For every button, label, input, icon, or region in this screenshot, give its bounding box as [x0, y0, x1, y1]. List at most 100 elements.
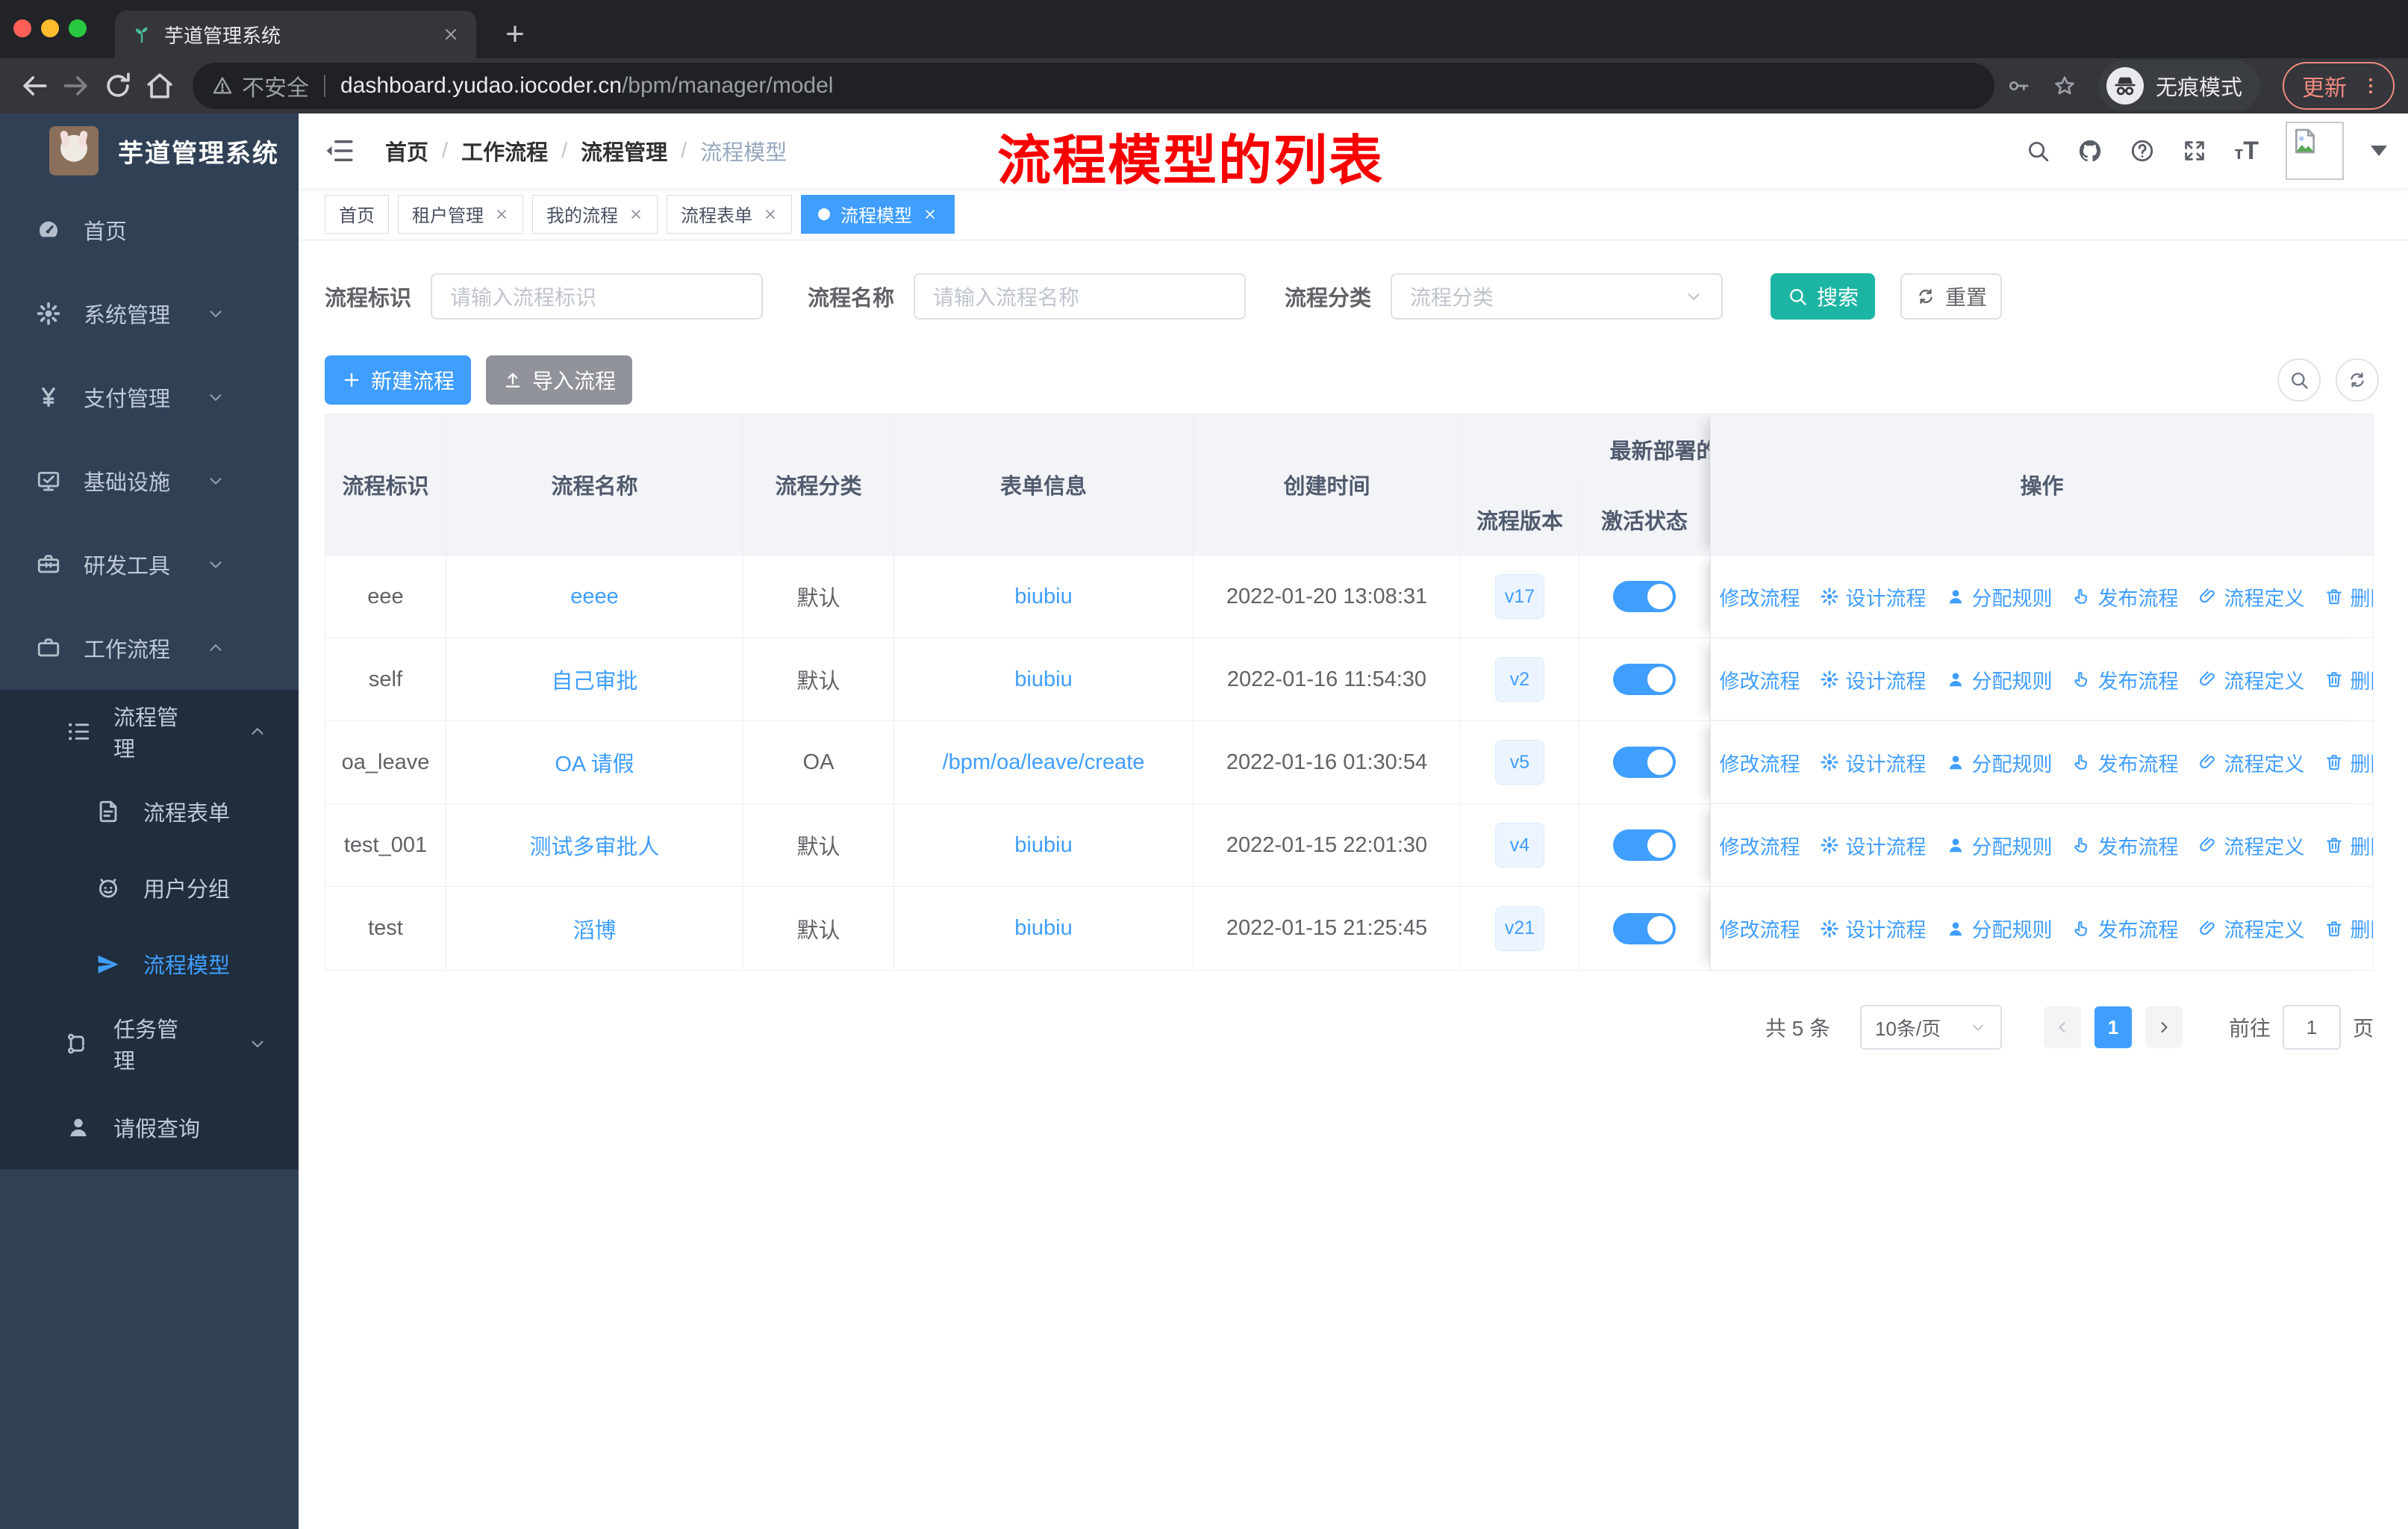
sidebar-item-支付管理[interactable]: 支付管理: [0, 355, 299, 439]
address-bar[interactable]: 不安全 dashboard.yudao.iocoder.cn/bpm/manag…: [193, 63, 1994, 109]
tag-首页[interactable]: 首页: [325, 194, 389, 234]
action-design[interactable]: 设计流程: [1820, 665, 1927, 694]
sidebar-item-工作流程[interactable]: 工作流程: [0, 606, 299, 690]
action-assign[interactable]: 分配规则: [1946, 914, 2053, 943]
close-icon[interactable]: [763, 207, 778, 222]
action-edit[interactable]: 修改流程: [1711, 914, 1800, 943]
version-badge[interactable]: v17: [1494, 574, 1545, 619]
action-definition[interactable]: 流程定义: [2198, 748, 2305, 777]
bookmark-icon[interactable]: [2053, 74, 2077, 98]
action-publish[interactable]: 发布流程: [2072, 665, 2179, 694]
sidebar-item-研发工具[interactable]: 研发工具: [0, 523, 299, 606]
action-delete[interactable]: 删除: [2324, 665, 2373, 694]
action-edit[interactable]: 修改流程: [1711, 582, 1800, 611]
browser-tab[interactable]: 芋道管理系统: [115, 10, 476, 58]
sidebar-item-任务管理[interactable]: 任务管理: [0, 1002, 299, 1086]
create-process-button[interactable]: 新建流程: [325, 355, 471, 405]
action-delete[interactable]: 删除: [2324, 914, 2373, 943]
page-size-select[interactable]: 10条/页: [1859, 1005, 2002, 1050]
action-definition[interactable]: 流程定义: [2198, 831, 2305, 860]
browser-menu-icon[interactable]: [2360, 75, 2381, 96]
search-icon[interactable]: [2025, 138, 2050, 164]
refresh-table-button[interactable]: [2336, 358, 2379, 402]
back-button[interactable]: [18, 69, 51, 102]
process-name-link[interactable]: OA 请假: [555, 747, 634, 778]
avatar-caret-icon[interactable]: [2371, 146, 2387, 156]
sidebar-item-首页[interactable]: 首页: [0, 188, 299, 272]
action-assign[interactable]: 分配规则: [1946, 748, 2053, 777]
close-icon[interactable]: [494, 207, 509, 222]
hamburger-icon[interactable]: [324, 135, 355, 166]
tag-流程模型[interactable]: 流程模型: [801, 194, 955, 234]
action-edit[interactable]: 修改流程: [1711, 748, 1800, 777]
close-window-button[interactable]: [13, 19, 31, 37]
fullscreen-icon[interactable]: [2182, 138, 2207, 164]
version-badge[interactable]: v21: [1494, 906, 1545, 951]
action-publish[interactable]: 发布流程: [2072, 748, 2179, 777]
process-name-link[interactable]: 滔博: [573, 913, 616, 944]
minimize-window-button[interactable]: [41, 19, 59, 37]
goto-page-input[interactable]: 1: [2282, 1005, 2341, 1050]
github-icon[interactable]: [2077, 138, 2103, 164]
action-definition[interactable]: 流程定义: [2198, 914, 2305, 943]
tab-close-icon[interactable]: [442, 25, 460, 43]
new-tab-button[interactable]: +: [494, 13, 536, 55]
tag-租户管理[interactable]: 租户管理: [398, 194, 523, 234]
version-badge[interactable]: v2: [1495, 657, 1544, 702]
action-definition[interactable]: 流程定义: [2198, 665, 2305, 694]
form-link[interactable]: biubiu: [1014, 585, 1072, 609]
active-toggle[interactable]: [1613, 664, 1676, 695]
sidebar-item-流程表单[interactable]: 流程表单: [0, 773, 299, 850]
font-size-icon[interactable]: тT: [2234, 138, 2259, 164]
sidebar-item-流程模型[interactable]: 流程模型: [0, 926, 299, 1002]
action-definition[interactable]: 流程定义: [2198, 582, 2305, 611]
help-icon[interactable]: [2130, 138, 2155, 164]
action-delete[interactable]: 删除: [2324, 582, 2373, 611]
current-page-button[interactable]: 1: [2094, 1006, 2132, 1048]
form-link[interactable]: /bpm/oa/leave/create: [943, 750, 1145, 775]
sidebar-item-基础设施[interactable]: 基础设施: [0, 439, 299, 523]
search-button[interactable]: 搜索: [1771, 273, 1876, 320]
reset-button[interactable]: 重置: [1900, 273, 2003, 320]
filter-category-select[interactable]: 流程分类: [1391, 273, 1724, 320]
sidebar-item-系统管理[interactable]: 系统管理: [0, 272, 299, 355]
active-toggle[interactable]: [1613, 581, 1676, 612]
sidebar-item-流程管理[interactable]: 流程管理: [0, 690, 299, 773]
active-toggle[interactable]: [1613, 912, 1676, 944]
form-link[interactable]: biubiu: [1014, 916, 1072, 941]
version-badge[interactable]: v4: [1495, 823, 1544, 868]
breadcrumb-workflow[interactable]: 工作流程: [461, 135, 548, 166]
tag-流程表单[interactable]: 流程表单: [667, 194, 792, 234]
process-name-link[interactable]: eeee: [570, 585, 619, 609]
password-manager-icon[interactable]: [2006, 74, 2030, 98]
zoom-window-button[interactable]: [69, 19, 87, 37]
action-design[interactable]: 设计流程: [1820, 582, 1927, 611]
action-publish[interactable]: 发布流程: [2072, 582, 2179, 611]
active-toggle[interactable]: [1613, 747, 1676, 778]
forward-button[interactable]: [60, 69, 93, 102]
security-warning-icon[interactable]: [212, 75, 233, 96]
breadcrumb-home[interactable]: 首页: [385, 135, 428, 166]
action-assign[interactable]: 分配规则: [1946, 831, 2053, 860]
avatar[interactable]: [2286, 122, 2344, 180]
sidebar-logo[interactable]: 芋道管理系统: [0, 113, 299, 188]
version-badge[interactable]: v5: [1495, 740, 1544, 785]
process-name-link[interactable]: 自己审批: [551, 664, 637, 695]
prev-page-button[interactable]: [2043, 1006, 2081, 1048]
filter-name-input[interactable]: 请输入流程名称: [914, 273, 1247, 320]
action-publish[interactable]: 发布流程: [2072, 831, 2179, 860]
filter-key-input[interactable]: 请输入流程标识: [431, 273, 764, 320]
reload-button[interactable]: [102, 69, 134, 102]
window-controls[interactable]: [13, 19, 87, 37]
sidebar-item-请假查询[interactable]: 请假查询: [0, 1086, 299, 1169]
form-link[interactable]: biubiu: [1014, 833, 1072, 858]
action-delete[interactable]: 删除: [2324, 748, 2373, 777]
home-button[interactable]: [143, 69, 176, 102]
action-delete[interactable]: 删除: [2324, 831, 2373, 860]
import-process-button[interactable]: 导入流程: [486, 355, 632, 405]
next-page-button[interactable]: [2145, 1006, 2183, 1048]
action-edit[interactable]: 修改流程: [1711, 831, 1800, 860]
process-name-link[interactable]: 测试多审批人: [529, 829, 659, 861]
active-toggle[interactable]: [1613, 829, 1676, 861]
toggle-search-button[interactable]: [2277, 358, 2321, 402]
